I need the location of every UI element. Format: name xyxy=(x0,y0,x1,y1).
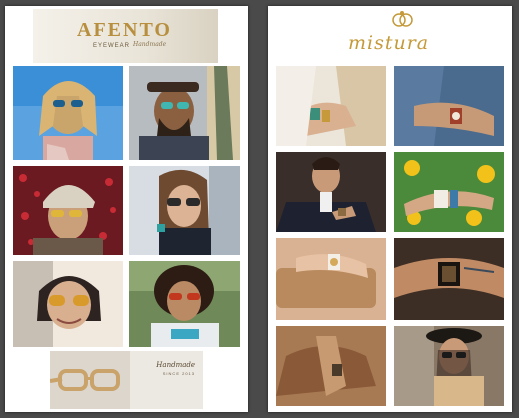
afento-logo-banner: AFENTO EYEWEAR Handmade xyxy=(33,9,218,63)
photo-woman-hat-cafe xyxy=(394,326,504,406)
photo-hand-watch-shadow xyxy=(276,326,386,406)
photo-leather-cuff-arm xyxy=(394,238,504,320)
photo-man-hat-surfboard xyxy=(129,66,240,160)
photo-woman-sunglasses-outdoor xyxy=(129,166,240,255)
photo-man-knit-beanie xyxy=(13,166,123,255)
afento-brand-tagline: Handmade xyxy=(133,41,167,48)
catalog-page-right: mistura xyxy=(268,6,512,412)
photo-man-suit-watch xyxy=(276,152,386,232)
photo-wooden-frames-banner: Handmade SINCE 2013 xyxy=(50,351,203,409)
photo-man-curly-hair xyxy=(129,261,240,347)
mistura-logo-icon xyxy=(392,11,413,27)
photo-bracelets-yellow-flowers xyxy=(394,152,504,232)
afento-brand-name: AFENTO xyxy=(77,19,172,41)
photo-watch-bag-woman xyxy=(276,238,386,320)
photo-watch-tattoo-arm xyxy=(394,66,504,146)
photo-bracelets-white-dress xyxy=(276,66,386,146)
catalog-page-left: AFENTO EYEWEAR Handmade Handmade SINCE 2… xyxy=(5,6,248,412)
afento-brand-line: EYEWEAR xyxy=(93,43,131,49)
banner-since-text: SINCE 2013 xyxy=(162,371,195,376)
banner-handmade-text: Handmade xyxy=(156,361,195,369)
photo-woman-beach-sunglasses xyxy=(13,66,123,160)
mistura-brand-name: mistura xyxy=(348,32,430,54)
photo-woman-car-sunglasses xyxy=(13,261,123,347)
